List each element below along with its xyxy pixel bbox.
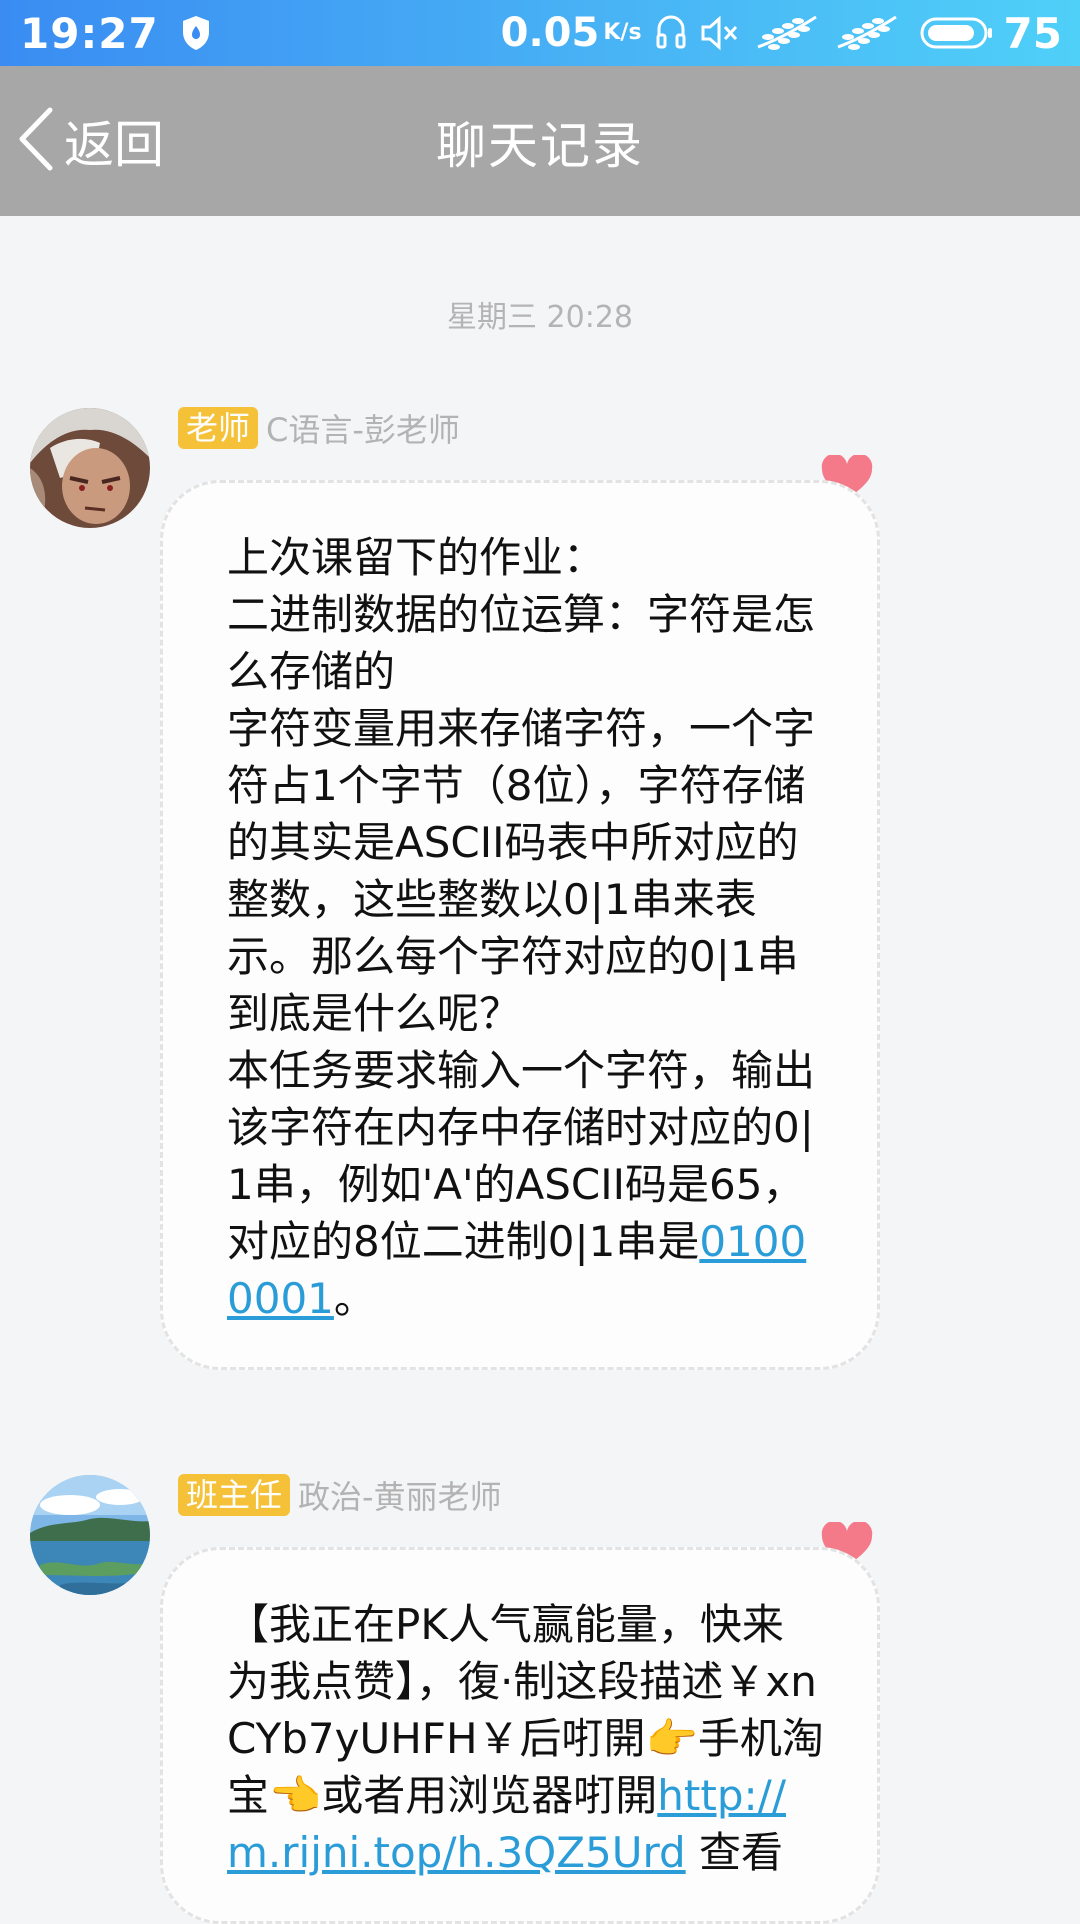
role-badge: 班主任: [178, 1474, 291, 1516]
message-text: 【我正在PK人气赢能量，快来为我点赞】，復·制这段描述￥xnCYb7yUHFH￥…: [227, 1600, 824, 1877]
net-speed: 0.05: [500, 10, 600, 56]
sender-row: 班主任 政治-黄丽老师: [178, 1474, 502, 1516]
mute-icon: [700, 15, 740, 51]
net-speed-unit: K/s: [603, 20, 642, 45]
role-badge: 老师: [178, 407, 259, 449]
battery-level: 75: [1003, 8, 1062, 58]
message-bubble[interactable]: 【我正在PK人气赢能量，快来为我点赞】，復·制这段描述￥xnCYb7yUHFH￥…: [160, 1547, 880, 1924]
avatar[interactable]: [30, 1475, 150, 1595]
message-bubble[interactable]: 上次课留下的作业： 二进制数据的位运算：字符是怎么存储的 字符变量用来存储字符，…: [160, 480, 880, 1370]
battery-icon: [920, 16, 994, 50]
avatar[interactable]: [30, 408, 150, 528]
sender-name: C语言-彭老师: [266, 411, 460, 449]
laurel-icon: [834, 13, 900, 53]
sender-row: 老师 C语言-彭老师: [178, 407, 460, 449]
nav-bar: 返回 聊天记录: [0, 66, 1080, 216]
laurel-icon: [754, 13, 820, 53]
status-bar: 19:27 0.05 K/s 75: [0, 0, 1080, 66]
message-text: 上次课留下的作业： 二进制数据的位运算：字符是怎么存储的 字符变量用来存储字符，…: [227, 533, 816, 1323]
date-separator: 星期三 20:28: [447, 300, 633, 335]
status-time: 19:27: [20, 8, 159, 58]
shield-icon: [179, 14, 213, 52]
sender-name: 政治-黄丽老师: [298, 1478, 502, 1516]
page-title: 聊天记录: [436, 117, 644, 175]
headset-icon: [656, 14, 686, 52]
